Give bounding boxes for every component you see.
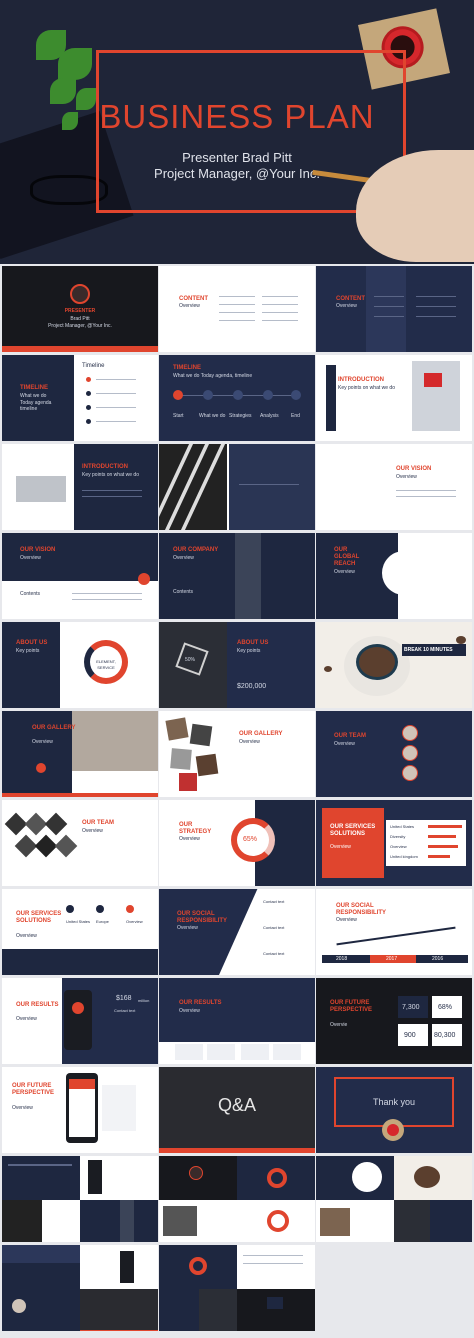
leaf-image	[58, 48, 92, 80]
slide-thumbnail[interactable]: CONTENT Overview	[159, 266, 315, 352]
slide-thumbnail[interactable]: OUR SOCIAL RESPONSIBILITY Overview Conta…	[159, 889, 315, 975]
slide-thumbnail[interactable]: OUR VISION Overview	[316, 444, 472, 530]
slide-thumbnail[interactable]: OUR VISION Overview Contents	[2, 533, 158, 619]
slide-thumbnail[interactable]: TIMELINE What we do Today agenda, timeli…	[159, 355, 315, 441]
slide-thumbnail[interactable]	[159, 1156, 315, 1242]
slide-thumbnail[interactable]: INTRODUCTION Key points on what we do	[2, 444, 158, 530]
slide-thumbnail[interactable]: OUR RESULTS Overview	[159, 978, 315, 1064]
slide-thumbnail[interactable]: Thank you	[316, 1067, 472, 1153]
photo	[412, 361, 460, 431]
slide-thumbnail	[316, 1245, 472, 1331]
phone-image	[64, 990, 92, 1050]
avatar	[70, 284, 90, 304]
slide-thumbnail[interactable]: Q&A	[159, 1067, 315, 1153]
slide-thumbnail[interactable]	[2, 1156, 158, 1242]
slide-thumbnail[interactable]: INTRODUCTION Key points on what we do	[316, 355, 472, 441]
slide-thumbnail[interactable]: OUR COMPANY Overview Contents	[159, 533, 315, 619]
slide-thumbnail[interactable]: OUR TEAM Overview	[316, 711, 472, 797]
slide-thumbnail[interactable]: TIMELINE What we do Today agenda timelin…	[2, 355, 158, 441]
slide-thumbnail[interactable]: OUR GLOBAL REACH Overview	[316, 533, 472, 619]
slide-thumbnail[interactable]	[159, 1245, 315, 1331]
slide-thumbnail[interactable]: OUR SOCIAL RESPONSIBILITY Overview 2018 …	[316, 889, 472, 975]
photo	[16, 476, 66, 502]
slide-thumbnail[interactable]: OUR GALLERY Overview	[2, 711, 158, 797]
slide-thumbnail[interactable]: 50% ABOUT US Key points $200,000	[159, 622, 315, 708]
slide-thumbnail[interactable]: OUR TEAM Overview	[2, 800, 158, 886]
slide-thumbnail[interactable]: BREAK 10 MINUTES	[316, 622, 472, 708]
slide-thumbnail[interactable]: OUR GALLERY Overview	[159, 711, 315, 797]
slide-thumbnail[interactable]: 65% OUR STRATEGY Overview	[159, 800, 315, 886]
slide-thumbnail[interactable]	[316, 1156, 472, 1242]
title-slide: BUSINESS PLAN Presenter Brad Pitt Projec…	[0, 0, 474, 264]
photo	[235, 533, 261, 619]
slide-thumbnail[interactable]: OUR FUTURE PERSPECTIVE Overvie 7,300 68%…	[316, 978, 472, 1064]
photo	[72, 711, 158, 771]
slide-thumbnail[interactable]: OUR SERVICES SOLUTIONS Overview United S…	[2, 889, 158, 975]
slide-thumbnail[interactable]: OUR SERVICES SOLUTIONS Overview United S…	[316, 800, 472, 886]
slide-thumbnail[interactable]: CONTENT Overview	[316, 266, 472, 352]
slide-thumbnail[interactable]	[159, 444, 315, 530]
slide-thumbnail[interactable]: PRESENTER Brad Pitt Project Manager, @Yo…	[2, 266, 158, 352]
presentation-title: BUSINESS PLAN	[99, 98, 375, 135]
slide-thumbnail[interactable]: ABOUT US Key points ELEMENT, SERVICE	[2, 622, 158, 708]
slide-thumbnail[interactable]	[2, 1245, 158, 1331]
slide-thumbnail[interactable]: OUR RESULTS Overview $168 million Contac…	[2, 978, 158, 1064]
slide-thumbnail[interactable]: OUR FUTURE PERSPECTIVE Overview	[2, 1067, 158, 1153]
